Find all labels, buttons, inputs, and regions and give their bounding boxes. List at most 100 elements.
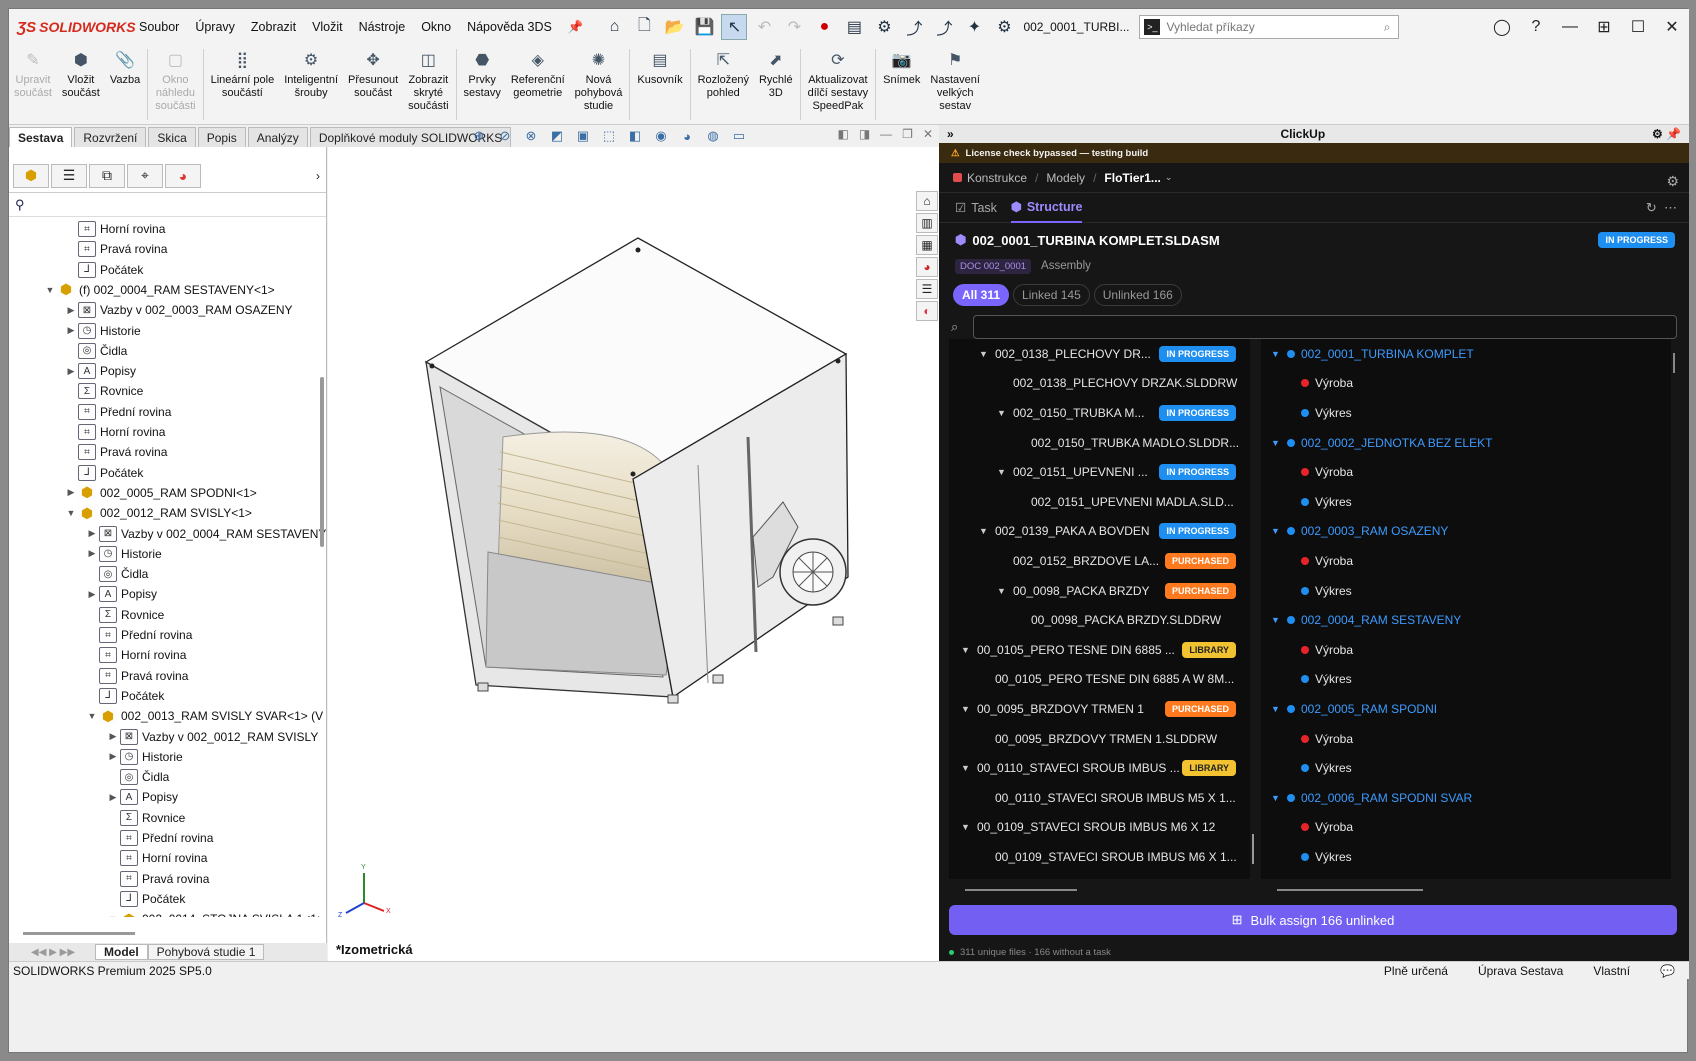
expand-arrow-icon[interactable]: ▶ (64, 305, 78, 316)
tree-item[interactable]: ▶ ◷ Historie (64, 321, 141, 341)
structure-row[interactable]: ▼ 002_0139_PAKA A BOVDEN IN PROGRESS (979, 517, 1236, 547)
ribbon-button-2[interactable]: 📎 Vazba (105, 45, 145, 124)
caret-down-icon[interactable]: ▼ (997, 467, 1013, 477)
tree-scrollbar[interactable] (320, 377, 324, 547)
save-icon[interactable]: 💾 (691, 14, 717, 40)
tree-item[interactable]: ◎ Čidla (64, 341, 127, 361)
turbine-model[interactable]: Y X Z (328, 147, 939, 937)
tree-item[interactable]: ⌗ Horní rovina (64, 219, 165, 239)
clickup-icon[interactable]: ◐ (916, 301, 938, 321)
tab-popis[interactable]: Popis (197, 127, 246, 147)
appearances-icon[interactable]: ◕ (916, 257, 938, 277)
list-hscrollbar[interactable] (965, 889, 1077, 891)
caret-down-icon[interactable]: ▼ (961, 763, 977, 773)
filter-icon[interactable]: ⚲ (15, 197, 25, 213)
ribbon-button-14[interactable]: ⟳ Aktualizovat dílčí sestavy SpeedPak (803, 45, 874, 124)
custom-properties-icon[interactable]: ☰ (916, 279, 938, 299)
ribbon-button-11[interactable]: ▤ Kusovník (632, 45, 687, 124)
task-row[interactable]: ▼ 002_0006_RAM SPODNI SVAR (1271, 783, 1472, 813)
open-file-icon[interactable]: 📂 (661, 14, 687, 40)
subtask-row[interactable]: Výroba (1301, 813, 1353, 843)
status-badge[interactable]: PURCHASED (1164, 700, 1236, 717)
status-units[interactable]: Vlastní (1593, 964, 1630, 978)
structure-row[interactable]: 002_0150_TRUBKA MADLO.SLDDR... (1031, 428, 1239, 458)
bulk-assign-button[interactable]: ⊞ Bulk assign 166 unlinked (949, 905, 1677, 935)
pin-icon[interactable]: 📌 (560, 20, 592, 35)
addin-icon-2[interactable]: ⤴ (931, 14, 957, 40)
tree-item[interactable]: ⌗ Horní rovina (106, 848, 207, 868)
tree-item[interactable]: ⅃ Počátek (64, 260, 143, 280)
tab-model[interactable]: Model (95, 944, 148, 960)
structure-row[interactable]: ▼ 00_0095_BRZDOVY TRMEN 1 PURCHASED (961, 694, 1236, 724)
options-gear-icon[interactable]: ⚙ (871, 14, 897, 40)
tree-item[interactable]: ▶ A Popisy (64, 361, 136, 381)
expand-arrow-icon[interactable]: ▶ (64, 487, 78, 498)
home-icon[interactable]: ⌂ (601, 14, 627, 40)
tree-item[interactable]: ▶ A Popisy (85, 584, 157, 604)
tree-item[interactable]: ⅃ Počátek (106, 889, 185, 909)
menu-napoveda[interactable]: Nápověda 3DS (459, 20, 560, 34)
menu-zobrazit[interactable]: Zobrazit (243, 20, 304, 34)
filter-linked[interactable]: Linked 145 (1013, 284, 1090, 306)
property-manager-tab-icon[interactable]: ☰ (51, 163, 87, 188)
collapse-arrow-icon[interactable]: ▼ (85, 711, 99, 721)
tree-item[interactable]: ▶ ⊠ Vazby v 002_0012_RAM SVISLY (106, 727, 318, 747)
menu-upravy[interactable]: Úpravy (187, 20, 243, 34)
caret-down-icon[interactable]: ▼ (961, 704, 977, 714)
tree-item[interactable]: ⅃ Počátek (64, 463, 143, 483)
tab-skica[interactable]: Skica (148, 127, 196, 147)
tree-item[interactable]: ⌗ Přední rovina (85, 625, 192, 645)
subtask-row[interactable]: Výkres (1301, 576, 1352, 606)
tree-item[interactable]: ▼ ⬢ 002_0013_RAM SVISLY SVAR<1> (V (85, 706, 323, 726)
task-row[interactable]: ▼ 002_0004_RAM SESTAVENY (1271, 605, 1461, 635)
tree-item[interactable]: ⌗ Pravá rovina (106, 869, 209, 889)
subtask-row[interactable]: Výkres (1301, 842, 1352, 872)
status-badge[interactable]: PURCHASED (1164, 552, 1236, 569)
subtask-row[interactable]: Výkres (1301, 753, 1352, 783)
tab-task[interactable]: ☑ Task (955, 200, 997, 216)
expand-arrow-icon[interactable]: ▶ (106, 792, 120, 803)
expand-arrow-icon[interactable]: ▶ (85, 589, 99, 600)
tree-item[interactable]: ▶ ◷ Historie (106, 747, 183, 767)
structure-row[interactable]: ▼ 00_0109_STAVECI SROUB IMBUS M6 X 12 (961, 813, 1236, 843)
settings-gear-icon[interactable]: ⚙ (1666, 173, 1679, 190)
collapse-panel-icon[interactable]: » (947, 127, 954, 141)
menu-vlozit[interactable]: Vložit (304, 20, 351, 34)
subtask-row[interactable]: Výroba (1301, 369, 1353, 399)
refresh-more-icons[interactable]: ↻ ⋯ (1646, 200, 1677, 216)
breadcrumb-folder[interactable]: Modely (1046, 171, 1085, 185)
panel-options-icons[interactable]: ⚙ 📌 (1652, 127, 1681, 141)
menu-soubor[interactable]: Soubor (131, 20, 187, 34)
tree-item[interactable]: ▼⬢ 002_0014_STOJNA SVISLA 1<1: (106, 909, 320, 917)
appearance-icon[interactable]: ◕ (677, 129, 697, 144)
addin-icon-1[interactable]: ⤴ (901, 14, 927, 40)
zoom-fit-icon[interactable]: ⊕ (469, 128, 489, 144)
status-badge[interactable]: LIBRARY (1182, 760, 1236, 777)
ribbon-button-16[interactable]: ⚑ Nastavení velkých sestav (925, 45, 985, 124)
ribbon-button-0[interactable]: ✎ Upravit součást (9, 45, 57, 124)
structure-row[interactable]: 002_0138_PLECHOVY DRZAK.SLDDRW (1013, 369, 1237, 399)
caret-down-icon[interactable]: ▼ (1271, 526, 1287, 536)
menu-okno[interactable]: Okno (413, 20, 459, 34)
new-file-icon[interactable]: 🗋 (631, 14, 657, 40)
structure-search-input[interactable] (973, 315, 1677, 339)
vp-restore-icon[interactable]: ❐ (902, 127, 913, 141)
status-badge[interactable]: PURCHASED (1164, 582, 1236, 599)
traffic-light-icon[interactable]: ● (811, 14, 837, 40)
section-view-icon[interactable]: ◩ (547, 128, 567, 144)
featuremanager-tab-icon[interactable]: ⬢ (13, 163, 49, 188)
solidworks-logo[interactable]: ƷS SOLIDWORKS (9, 19, 136, 36)
caret-down-icon[interactable]: ▼ (961, 645, 977, 655)
subtask-row[interactable]: Výkres (1301, 665, 1352, 695)
expand-arrow-icon[interactable]: ▶ (85, 528, 99, 539)
tree-item[interactable]: ⌗ Přední rovina (106, 828, 213, 848)
vp-min-icon[interactable]: — (880, 127, 892, 141)
tree-item[interactable]: ⌗ Pravá rovina (85, 666, 188, 686)
dynamic-annotation-icon[interactable]: ▣ (573, 128, 593, 144)
account-icon[interactable]: ◯ (1485, 17, 1519, 37)
structure-row[interactable]: ▼ 00_0110_STAVECI SROUB IMBUS ... LIBRARY (961, 753, 1236, 783)
tree-item[interactable]: ⌗ Horní rovina (64, 422, 165, 442)
subtask-row[interactable]: Výkres (1301, 487, 1352, 517)
tree-item[interactable]: ▶ ⊠ Vazby v 002_0004_RAM SESTAVENY (85, 524, 326, 544)
collapse-arrow-icon[interactable]: ▼ (43, 285, 57, 295)
